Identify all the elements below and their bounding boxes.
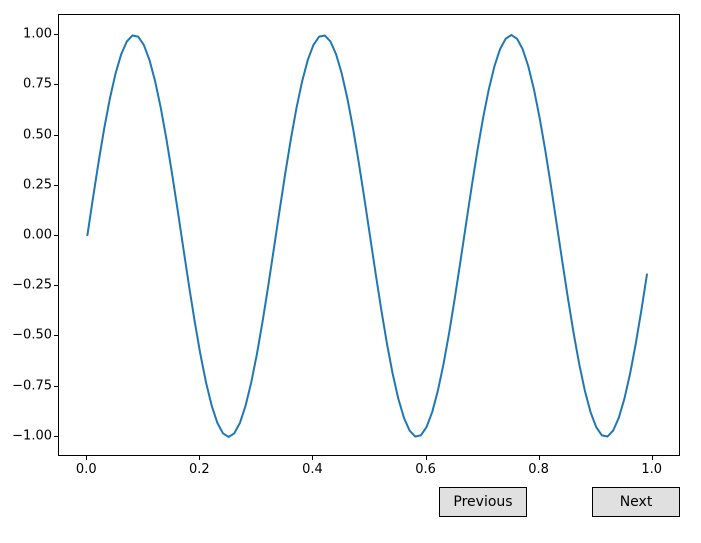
y-tick-mark [54, 235, 58, 236]
x-tick-label: 0.2 [179, 462, 219, 477]
y-tick-label: 0.75 [2, 77, 52, 92]
y-tick-mark [54, 135, 58, 136]
x-tick-label: 0.8 [519, 462, 559, 477]
y-tick-label: 0.25 [2, 177, 52, 192]
line-plot [59, 15, 681, 457]
y-tick-label: −1.00 [2, 428, 52, 443]
y-tick-label: −0.25 [2, 278, 52, 293]
next-button[interactable]: Next [592, 487, 680, 517]
x-tick-label: 0.0 [66, 462, 106, 477]
x-tick-mark [652, 456, 653, 460]
y-tick-mark [54, 84, 58, 85]
x-tick-mark [312, 456, 313, 460]
y-tick-mark [54, 34, 58, 35]
y-tick-label: −0.75 [2, 378, 52, 393]
y-tick-mark [54, 285, 58, 286]
x-tick-label: 0.6 [406, 462, 446, 477]
y-tick-label: −0.50 [2, 328, 52, 343]
x-tick-mark [199, 456, 200, 460]
y-tick-mark [54, 335, 58, 336]
y-tick-label: 0.50 [2, 127, 52, 142]
x-tick-mark [426, 456, 427, 460]
x-tick-mark [86, 456, 87, 460]
y-tick-mark [54, 185, 58, 186]
plot-axes [58, 14, 680, 456]
x-tick-label: 0.4 [292, 462, 332, 477]
y-tick-mark [54, 436, 58, 437]
x-tick-mark [539, 456, 540, 460]
previous-button[interactable]: Previous [439, 487, 527, 517]
x-tick-label: 1.0 [632, 462, 672, 477]
y-tick-label: 1.00 [2, 27, 52, 42]
series-line [87, 35, 647, 437]
figure: Previous Next −1.00 −0.75 −0.50 −0.25 0.00 0.… [0, 0, 701, 543]
y-tick-mark [54, 386, 58, 387]
y-tick-label: 0.00 [2, 228, 52, 243]
